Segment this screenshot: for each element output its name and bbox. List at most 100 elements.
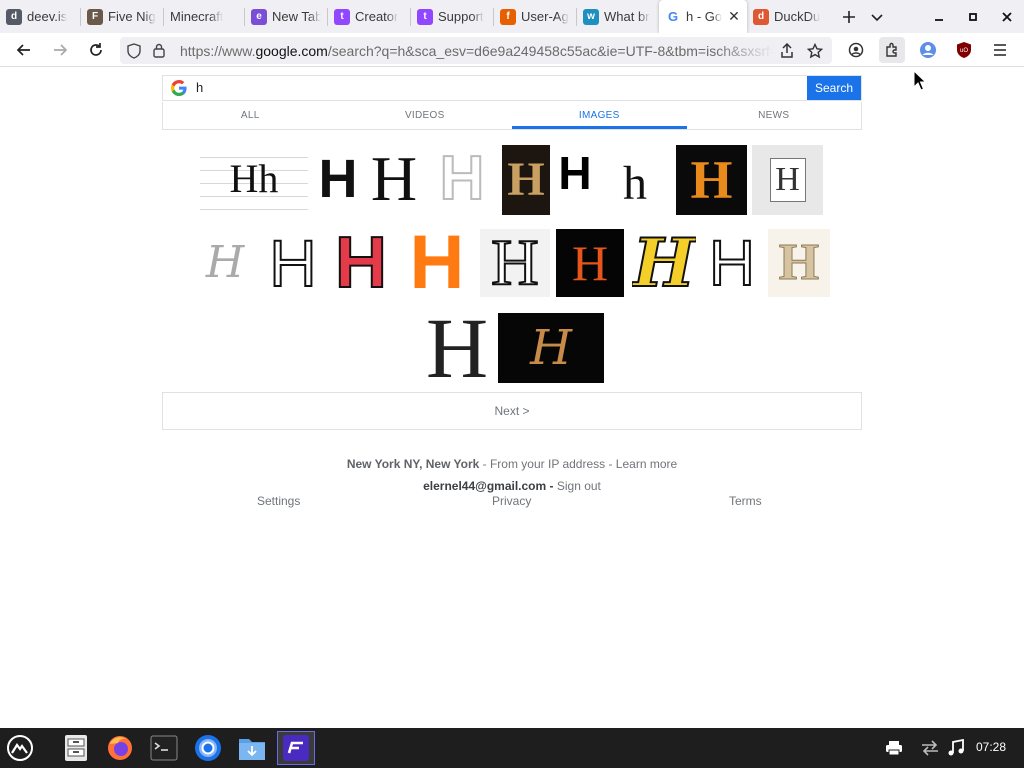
printer-tray-button[interactable] — [876, 731, 912, 765]
tab-favicon-icon: w — [583, 8, 599, 25]
terminal-app[interactable] — [146, 731, 182, 765]
active-app-button[interactable] — [277, 731, 315, 765]
maximize-button[interactable] — [956, 0, 990, 33]
shield-icon[interactable] — [120, 42, 148, 59]
image-result[interactable]: H — [556, 229, 624, 297]
image-result[interactable]: Hh — [200, 145, 308, 213]
url-text: https://www.google.com/search?q=h&sca_es… — [180, 43, 774, 59]
menu-button[interactable] — [987, 37, 1013, 63]
image-result[interactable]: H — [322, 145, 354, 213]
minimize-button[interactable] — [922, 0, 956, 33]
browser-tab[interactable]: w What br — [577, 0, 659, 33]
app-launcher-button[interactable] — [2, 731, 38, 765]
search-query[interactable]: h — [196, 80, 203, 95]
browser-tab[interactable]: d DuckDu — [747, 0, 827, 33]
folder-download-icon — [239, 739, 265, 760]
bookmark-star-icon[interactable] — [800, 42, 830, 59]
address-bar[interactable]: https://www.google.com/search?q=h&sca_es… — [120, 37, 832, 64]
url-path: /search?q=h&sca_esv=d6e9a249458c55ac&ie=… — [327, 42, 774, 59]
tab-label: Support — [438, 9, 484, 24]
account-button[interactable] — [843, 37, 869, 63]
browser-tab[interactable]: Minecraft — [164, 0, 244, 33]
location-suffix: - From your IP address - — [479, 457, 616, 471]
image-result[interactable]: H — [403, 229, 471, 297]
profile-button[interactable] — [915, 37, 941, 63]
image-result[interactable]: H — [330, 229, 392, 297]
tab-label: What br — [604, 9, 650, 24]
image-result[interactable]: H — [498, 313, 604, 383]
tab-label: Minecraft — [170, 9, 224, 24]
image-result[interactable]: H — [434, 145, 490, 213]
clock[interactable]: 07:28 — [976, 740, 1006, 754]
search-box[interactable]: h — [162, 75, 862, 101]
image-result[interactable]: H — [362, 145, 426, 213]
launcher-logo-icon — [7, 735, 33, 761]
account-email: elernel44@gmail.com - — [423, 479, 554, 493]
back-button[interactable] — [11, 37, 37, 63]
image-result[interactable]: H — [752, 145, 823, 215]
settings-link[interactable]: Settings — [257, 494, 300, 508]
downloads-folder-app[interactable] — [234, 731, 270, 765]
lock-icon[interactable] — [148, 43, 170, 58]
forward-button[interactable] — [47, 37, 73, 63]
terms-link[interactable]: Terms — [729, 494, 762, 508]
navigation-bar: https://www.google.com/search?q=h&sca_es… — [0, 33, 1024, 67]
browser-tab[interactable]: Gh - Go ✕ — [659, 0, 747, 33]
puzzle-icon — [886, 42, 897, 57]
browser-tab[interactable]: t Creator — [328, 0, 410, 33]
image-result[interactable]: h — [612, 154, 658, 214]
browser-tab[interactable]: d deev.is — [0, 0, 80, 33]
image-result[interactable]: H — [676, 145, 747, 215]
new-tab-button[interactable] — [834, 0, 864, 33]
image-result[interactable]: H — [420, 313, 494, 383]
network-transfer-icon — [922, 740, 938, 756]
close-window-button[interactable] — [990, 0, 1024, 33]
tab-news[interactable]: NEWS — [687, 102, 862, 129]
audio-tray-button[interactable] — [938, 731, 974, 765]
cabinet-icon — [65, 735, 87, 761]
extensions-button[interactable] — [879, 37, 905, 63]
close-tab-icon[interactable]: ✕ — [728, 8, 740, 25]
music-note-icon — [948, 739, 964, 756]
list-tabs-button[interactable] — [862, 0, 892, 33]
ublock-shield-icon: uO — [957, 42, 971, 58]
tab-videos[interactable]: VIDEOS — [338, 102, 513, 129]
taskbar: 07:28 — [0, 728, 1024, 768]
profile-avatar-icon — [920, 42, 936, 58]
firefox-app[interactable] — [102, 731, 138, 765]
account-line: elernel44@gmail.com - Sign out — [0, 479, 1024, 493]
image-result[interactable]: H — [502, 145, 550, 215]
purple-app-icon — [283, 735, 309, 761]
privacy-link[interactable]: Privacy — [492, 494, 531, 508]
browser-tab[interactable]: t Support — [411, 0, 493, 33]
sign-out-link[interactable]: Sign out — [557, 479, 601, 493]
tab-favicon-icon: F — [87, 8, 103, 25]
image-result[interactable]: H — [632, 229, 696, 297]
image-result[interactable]: H — [262, 229, 324, 297]
url-host: google.com — [255, 42, 328, 59]
image-result[interactable]: H — [480, 229, 550, 297]
tab-label: User-Ag — [521, 9, 569, 24]
browser-tab[interactable]: F Five Nig — [81, 0, 163, 33]
image-result[interactable]: H — [706, 229, 758, 297]
image-result[interactable]: H — [768, 229, 830, 297]
image-result[interactable]: H — [200, 229, 250, 297]
tab-favicon-icon: G — [665, 8, 681, 25]
share-icon[interactable] — [774, 42, 800, 59]
image-result[interactable]: H — [556, 145, 594, 201]
reload-button[interactable] — [83, 37, 109, 63]
file-manager-app[interactable] — [58, 731, 94, 765]
browser-tab[interactable]: e New Tab — [245, 0, 327, 33]
learn-more-link[interactable]: Learn more — [616, 457, 677, 471]
next-page-button[interactable]: Next > — [162, 392, 862, 430]
url-prefix: https://www. — [180, 42, 256, 59]
browser-tab[interactable]: f User-Ag — [494, 0, 576, 33]
location-line: New York NY, New York - From your IP add… — [0, 457, 1024, 471]
chromium-app[interactable] — [190, 731, 226, 765]
ublock-button[interactable]: uO — [951, 37, 977, 63]
tab-label: Creator — [355, 9, 399, 24]
search-button[interactable]: Search — [807, 76, 861, 100]
tab-label: deev.is — [27, 9, 68, 24]
tab-images[interactable]: IMAGES — [512, 102, 687, 129]
tab-all[interactable]: ALL — [163, 102, 338, 129]
